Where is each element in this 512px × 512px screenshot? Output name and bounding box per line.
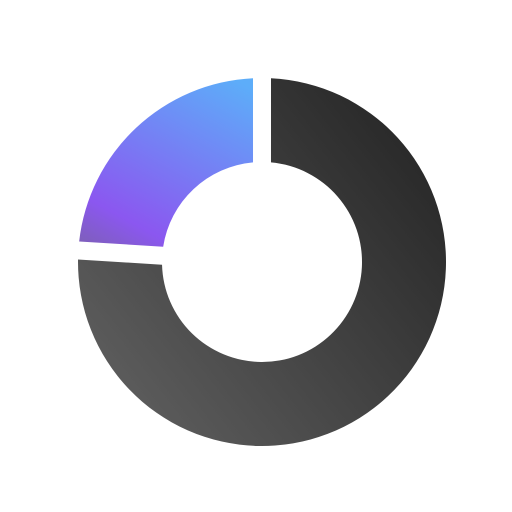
progress-ring-icon (78, 78, 447, 446)
progress-value-arc (79, 78, 254, 247)
app-icon-canvas (0, 0, 512, 512)
